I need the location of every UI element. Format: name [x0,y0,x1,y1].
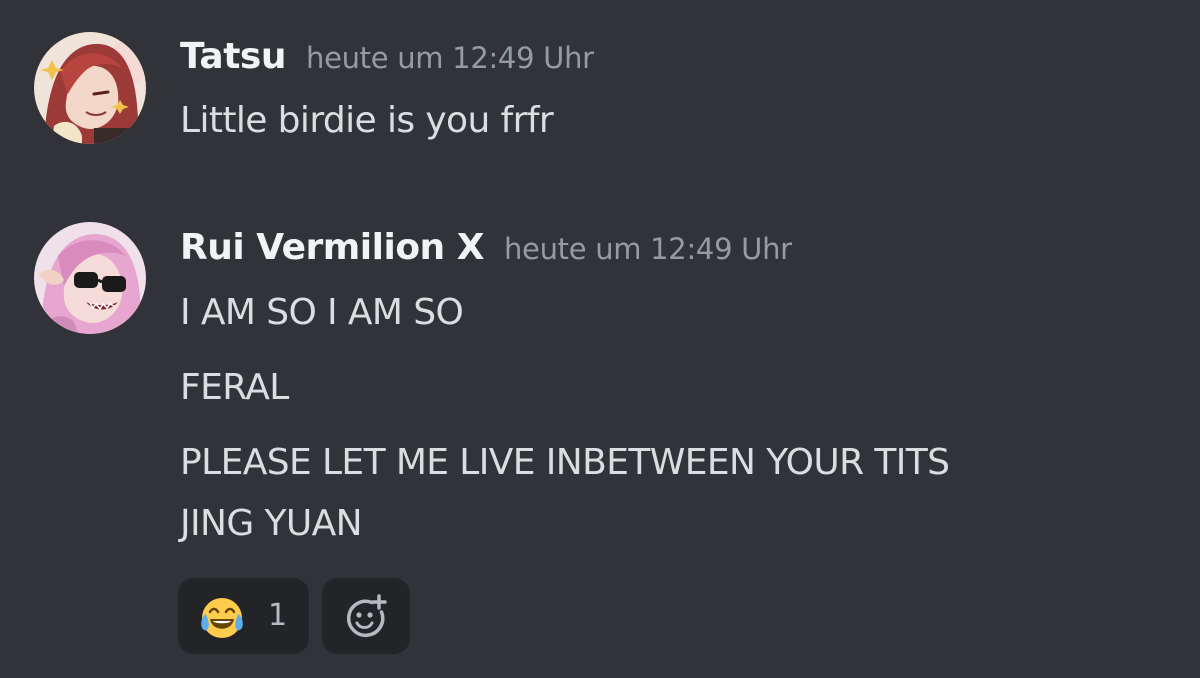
add-reaction-button[interactable] [322,578,410,654]
joy-emoji-icon [201,598,243,638]
timestamp[interactable]: heute um 12:49 Uhr [504,232,792,266]
message-content: PLEASE LET ME LIVE INBETWEEN YOUR TITS [180,442,950,483]
message-content: FERAL [180,367,289,408]
message-content: JING YUAN [180,503,363,544]
reaction-button[interactable]: 1 [178,578,309,654]
message-group-rui: Rui Vermilion X heute um 12:49 Uhr I AM S… [0,0,1200,678]
message-header: Rui Vermilion X heute um 12:49 Uhr [180,227,792,268]
add-reaction-icon [346,594,387,638]
avatar[interactable] [34,222,146,334]
anime-avatar-pink-hair-sunglasses-icon [34,222,146,334]
username[interactable]: Rui Vermilion X [180,227,484,268]
message-content: I AM SO I AM SO [180,292,464,333]
reaction-count: 1 [268,598,288,633]
